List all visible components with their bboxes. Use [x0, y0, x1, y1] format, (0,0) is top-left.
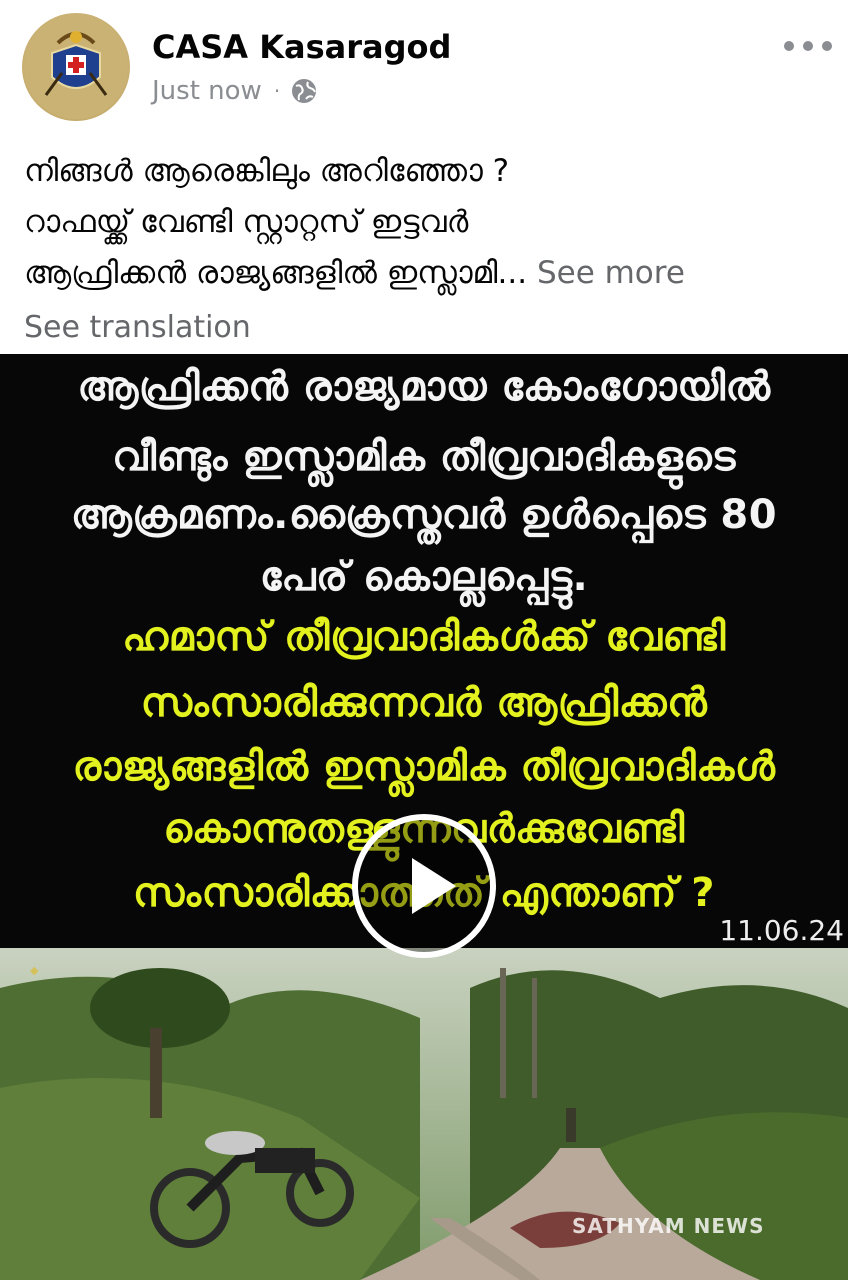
- video-date: 11.06.24: [719, 914, 844, 947]
- video-player[interactable]: ആഫ്രിക്കൻ രാജ്യമായ കോംഗോയിൽ വീണ്ടും ഇസ്ല…: [0, 354, 848, 1280]
- post-caption: നിങ്ങൾ ആരെങ്കിലും അറിഞ്ഞോ ? റാഫയ്ക്ക് വേ…: [24, 146, 834, 299]
- play-button[interactable]: [352, 814, 496, 958]
- banner-line: പേര് കൊല്ലപ്പെട്ടു.: [259, 554, 589, 600]
- caption-line: നിങ്ങൾ ആരെങ്കിലും അറിഞ്ഞോ ?: [24, 153, 510, 189]
- banner-line: വീണ്ടും ഇസ്ലാമിക തീവ്രവാദികളുടെ: [112, 434, 736, 480]
- post-meta: Just now ·: [152, 76, 318, 106]
- video-watermark: SATHYAM NEWS: [572, 1214, 765, 1238]
- banner-line: ഹമാസ് തീവ്രവാദികൾക്ക് വേണ്ടി: [122, 614, 726, 660]
- globe-icon: [292, 79, 317, 103]
- casa-logo-icon: [24, 15, 128, 119]
- banner-line: ആഫ്രിക്കൻ രാജ്യമായ കോംഗോയിൽ: [77, 364, 771, 410]
- see-translation-link[interactable]: See translation: [24, 310, 251, 345]
- post-header: CASA Kasaragod Just now ·: [0, 0, 848, 130]
- see-more-link[interactable]: See more: [537, 255, 685, 291]
- more-dots-icon: [784, 41, 794, 51]
- page-name[interactable]: CASA Kasaragod: [152, 28, 451, 66]
- banner-line: രാജ്യങ്ങളിൽ ഇസ്ലാമിക തീവ്രവാദികൾ: [72, 744, 776, 790]
- banner-line: സംസാരിക്കുന്നവർ ആഫ്രിക്കൻ: [140, 680, 708, 726]
- caption-line: റാഫയ്ക്ക് വേണ്ടി സ്റ്റാറ്റസ് ഇട്ടവർ: [24, 204, 469, 240]
- page-avatar[interactable]: [22, 13, 130, 121]
- banner-line: ആക്രമണം.ക്രൈസ്തവർ ഉൾപ്പെടെ 80: [70, 492, 778, 538]
- post-time[interactable]: Just now: [152, 76, 262, 106]
- more-options-button[interactable]: [784, 34, 832, 58]
- channel-logo: ◆: [30, 964, 39, 977]
- caption-line-text: ആഫ്രിക്കൻ രാജ്യങ്ങളിൽ ഇസ്ലാമി...: [24, 255, 528, 291]
- meta-separator: ·: [273, 79, 281, 103]
- caption-line: ആഫ്രിക്കൻ രാജ്യങ്ങളിൽ ഇസ്ലാമി... See mor…: [24, 248, 834, 299]
